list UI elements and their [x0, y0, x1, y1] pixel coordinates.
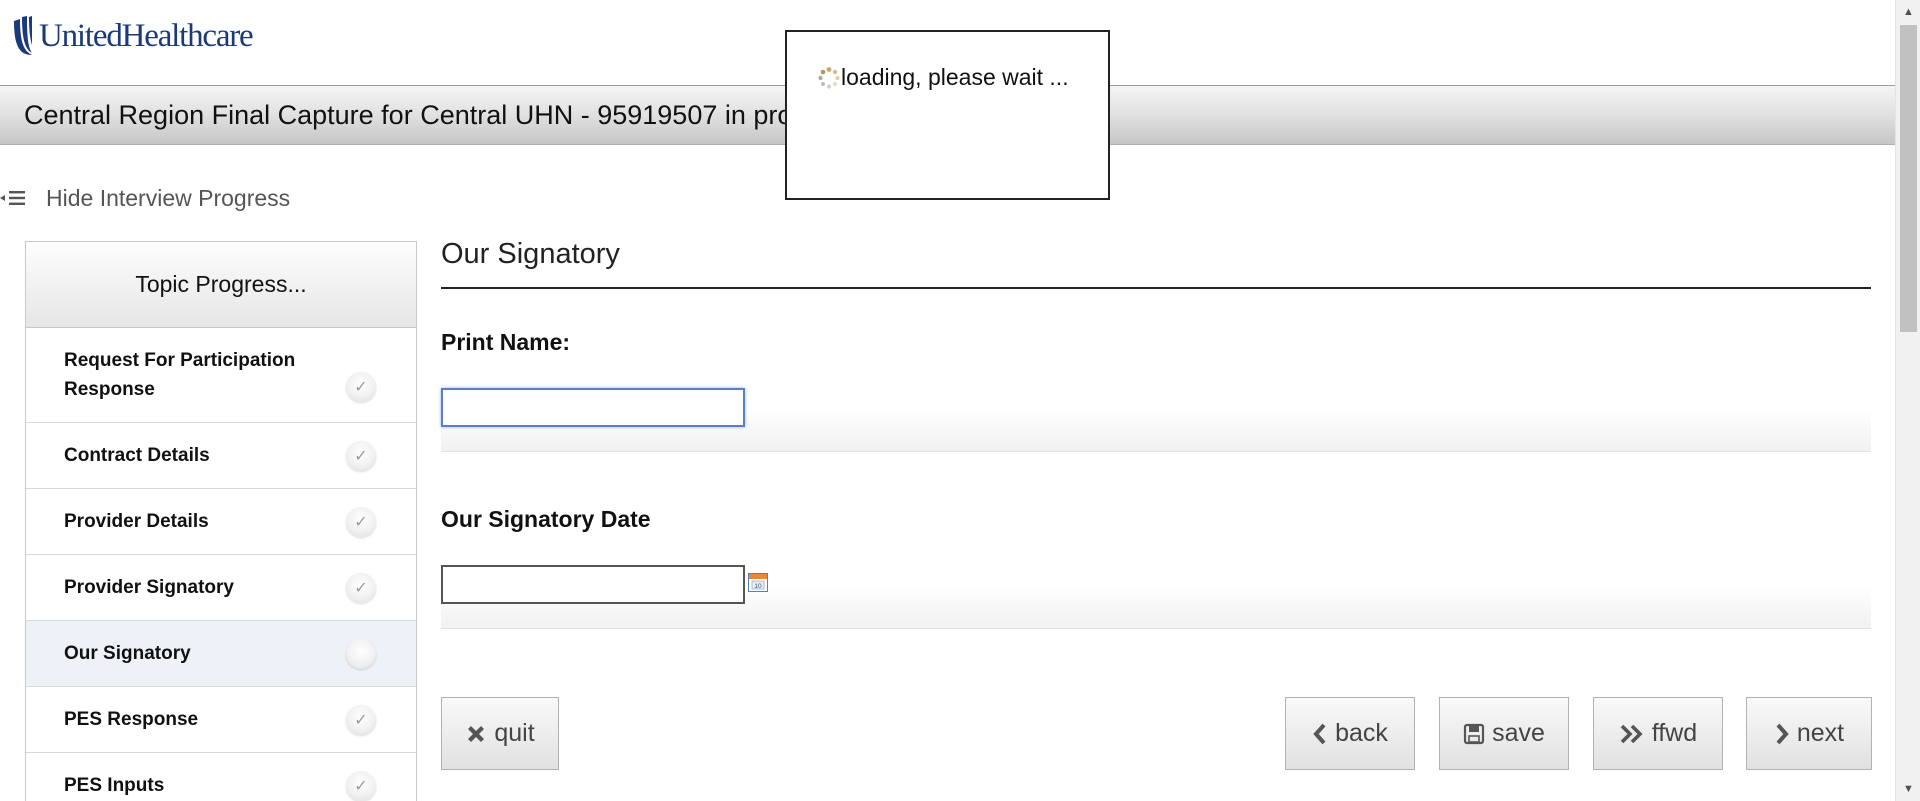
checkmark-icon: ✓ — [346, 771, 376, 801]
svg-text:10: 10 — [754, 583, 762, 590]
interview-form: Our Signatory Print Name: Our Signatory … — [441, 238, 1871, 629]
topic-item-request-for-participation[interactable]: Request For Participation Response ✓ — [26, 328, 416, 423]
quit-button[interactable]: quit — [441, 697, 559, 770]
double-chevron-right-icon — [1620, 724, 1643, 743]
signatory-date-label: Our Signatory Date — [441, 506, 651, 532]
topic-label: Provider Details — [64, 511, 209, 532]
list-collapse-icon — [0, 191, 25, 205]
topic-label: Provider Signatory — [64, 577, 234, 598]
loading-dialog: loading, please wait ... — [785, 30, 1110, 200]
topic-item-provider-details[interactable]: Provider Details ✓ — [26, 489, 416, 555]
unitedhealthcare-logo: UnitedHealthcare — [12, 14, 254, 58]
loading-text: loading, please wait ... — [841, 64, 1069, 90]
checkmark-icon: ✓ — [346, 441, 376, 471]
save-label: save — [1492, 719, 1545, 747]
topic-item-pes-inputs[interactable]: PES Inputs ✓ — [26, 753, 416, 801]
topic-label: Contract Details — [64, 445, 210, 466]
print-name-label: Print Name: — [441, 329, 571, 355]
topic-item-contract-details[interactable]: Contract Details ✓ — [26, 423, 416, 489]
spinner-icon — [818, 66, 840, 88]
ffwd-button[interactable]: ffwd — [1593, 697, 1723, 770]
vertical-scrollbar[interactable]: ▲ ▼ — [1895, 0, 1920, 801]
scrollbar-thumb[interactable] — [1900, 25, 1917, 332]
hide-interview-progress-toggle[interactable]: Hide Interview Progress — [0, 183, 290, 213]
close-icon — [468, 725, 485, 742]
section-title: Our Signatory — [441, 238, 1871, 289]
logo-mark-icon — [14, 16, 32, 55]
scroll-down-arrow-icon[interactable]: ▼ — [1896, 779, 1920, 799]
next-button[interactable]: next — [1746, 697, 1872, 770]
topic-label: Request For Participation Response — [64, 350, 296, 400]
print-name-row — [441, 379, 1871, 452]
back-label: back — [1335, 719, 1388, 747]
logo-text: UnitedHealthcare — [39, 17, 254, 54]
topic-label: PES Inputs — [64, 775, 165, 796]
interview-title: Central Region Final Capture for Central… — [24, 100, 793, 130]
signatory-date-input[interactable] — [441, 565, 745, 604]
topic-item-provider-signatory[interactable]: Provider Signatory ✓ — [26, 555, 416, 621]
checkmark-icon: ✓ — [346, 573, 376, 603]
ffwd-label: ffwd — [1651, 719, 1698, 747]
topic-progress-panel: Topic Progress... Request For Participat… — [25, 241, 417, 801]
checkmark-icon: ✓ — [346, 705, 376, 735]
topic-label: Our Signatory — [64, 643, 191, 664]
next-label: next — [1796, 719, 1845, 747]
signatory-date-row: 10 — [441, 556, 1871, 629]
print-name-input[interactable] — [441, 388, 745, 427]
topic-item-pes-response[interactable]: PES Response ✓ — [26, 687, 416, 753]
topic-item-our-signatory[interactable]: Our Signatory — [26, 621, 416, 687]
quit-label: quit — [494, 719, 535, 747]
back-button[interactable]: back — [1285, 697, 1415, 770]
topic-progress-heading: Topic Progress... — [26, 242, 416, 328]
checkmark-icon: ✓ — [346, 507, 376, 537]
save-button[interactable]: save — [1439, 697, 1569, 770]
chevron-right-icon — [1776, 723, 1789, 744]
checkmark-icon: ✓ — [346, 372, 376, 402]
scroll-up-arrow-icon[interactable]: ▲ — [1896, 2, 1920, 22]
chevron-left-icon — [1313, 723, 1326, 744]
in-progress-circle-icon — [346, 639, 376, 669]
toggle-label: Hide Interview Progress — [46, 184, 291, 211]
topic-label: PES Response — [64, 709, 199, 730]
calendar-icon[interactable]: 10 — [748, 573, 768, 592]
floppy-disk-icon — [1463, 723, 1485, 744]
